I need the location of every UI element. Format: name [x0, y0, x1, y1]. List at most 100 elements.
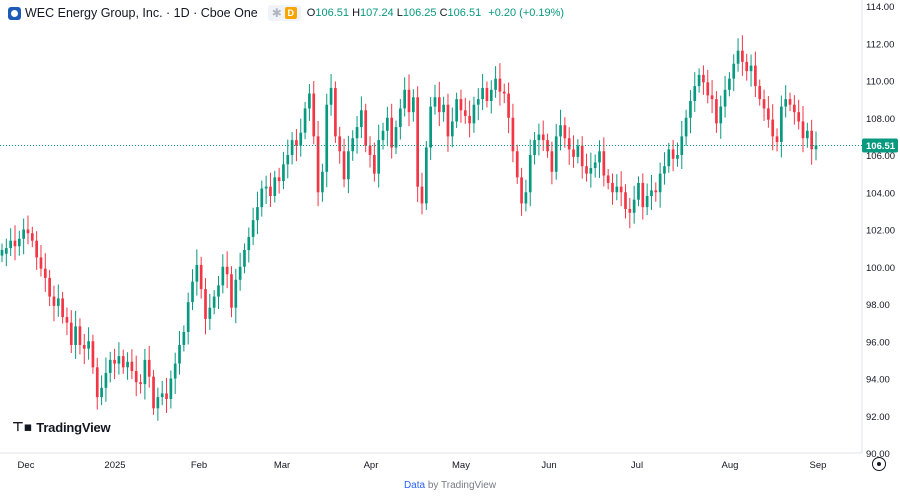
candle-body	[182, 331, 186, 345]
candle-body	[658, 173, 662, 193]
candle-body	[9, 240, 13, 249]
candle-body	[52, 296, 56, 306]
candle-body	[667, 149, 671, 167]
open-value: 106.51	[315, 7, 350, 19]
candle-body	[364, 110, 368, 146]
candle-body	[26, 229, 30, 234]
candle-body	[178, 344, 181, 364]
candle-body	[191, 281, 194, 303]
candle-body	[147, 359, 151, 377]
footer-text: by TradingView	[425, 480, 497, 491]
candle-body	[641, 182, 645, 208]
candle-body	[624, 192, 627, 210]
candle-body	[459, 99, 463, 111]
candle-body	[108, 359, 112, 373]
candle-body	[69, 322, 73, 345]
symbol-title[interactable]: WEC Energy Group, Inc. · 1D · Cboe One	[25, 6, 258, 20]
candle-body	[619, 186, 623, 193]
candle-body	[559, 125, 562, 137]
candle-body	[537, 134, 541, 141]
candle-body	[572, 149, 575, 157]
candle-body	[576, 145, 580, 157]
candle-body	[87, 341, 90, 349]
data-status-badge[interactable]: ✱ D	[267, 5, 301, 21]
candle-body	[502, 91, 506, 94]
candle-body	[741, 50, 744, 62]
candle-body	[472, 104, 476, 124]
candle-body	[143, 359, 147, 385]
y-tick-label: 112.00	[866, 39, 894, 50]
candle-body	[450, 121, 454, 137]
candle-body	[204, 289, 207, 319]
data-link[interactable]: Data	[404, 480, 425, 491]
close-value: 106.51	[447, 7, 482, 19]
candle-body	[212, 296, 216, 308]
candle-body	[528, 155, 532, 193]
candle-body	[152, 376, 155, 409]
tradingview-logo[interactable]: ⊤▪ TradingView	[12, 420, 111, 435]
candle-body	[602, 151, 606, 176]
candle-body	[736, 50, 740, 64]
candle-body	[238, 266, 242, 280]
candle-body	[160, 393, 164, 398]
candle-body	[524, 192, 528, 204]
candle-body	[494, 78, 497, 90]
candle-body	[394, 127, 398, 148]
candle-body	[234, 279, 238, 308]
symbol-logo-icon	[8, 6, 21, 20]
candle-body	[273, 177, 277, 196]
candle-body	[338, 136, 342, 152]
y-tick-label: 104.00	[866, 188, 895, 199]
price-chart[interactable]: 114.00 112.00 110.00 108.00 106.00 104.00 102.…	[0, 0, 900, 498]
candle-body	[650, 190, 653, 196]
candle-body	[360, 110, 363, 128]
candle-body	[589, 168, 593, 174]
y-tick-label: 96.00	[866, 337, 890, 348]
candle-body	[580, 145, 584, 167]
candle-body	[706, 82, 710, 96]
candle-body	[424, 147, 428, 204]
x-tick-label: 2025	[104, 460, 125, 471]
candle-body	[615, 186, 619, 193]
candle-body	[0, 249, 4, 256]
candle-body	[282, 164, 285, 182]
candle-body	[4, 248, 8, 254]
candle-body	[554, 136, 558, 172]
low-value: 106.25	[402, 7, 437, 19]
candle-body	[22, 229, 25, 239]
candle-body	[165, 393, 168, 399]
candle-body	[407, 89, 411, 113]
candle-body	[312, 93, 316, 137]
candle-body	[35, 240, 38, 258]
candle-body	[745, 61, 749, 72]
settings-gear-icon[interactable]	[872, 457, 886, 471]
x-tick-label: Feb	[191, 460, 207, 471]
candle-body	[139, 382, 142, 385]
candle-body	[269, 186, 272, 196]
candle-body	[520, 177, 523, 204]
candle-body	[126, 361, 129, 368]
candle-body	[810, 130, 814, 150]
candle-body	[628, 209, 632, 213]
candle-body	[411, 97, 415, 113]
y-tick-label: 98.00	[866, 300, 890, 311]
candle-body	[303, 108, 307, 133]
candle-body	[780, 106, 783, 142]
candle-body	[217, 285, 220, 297]
candle-body	[693, 86, 697, 101]
candle-body	[43, 268, 47, 278]
candle-body	[368, 145, 372, 155]
candle-body	[723, 89, 727, 107]
candle-body	[260, 188, 264, 208]
candle-body	[321, 171, 324, 193]
candle-body	[754, 65, 757, 87]
x-tick-label: May	[452, 460, 470, 471]
candle-body	[208, 307, 212, 319]
candle-body	[489, 89, 493, 101]
y-tick-label: 110.00	[866, 77, 894, 88]
candle-body	[100, 387, 103, 398]
candle-body	[290, 140, 294, 155]
high-value: 107.24	[360, 7, 394, 19]
chart-header: WEC Energy Group, Inc. · 1D · Cboe One ✱…	[8, 5, 564, 21]
candle-body	[749, 65, 753, 72]
